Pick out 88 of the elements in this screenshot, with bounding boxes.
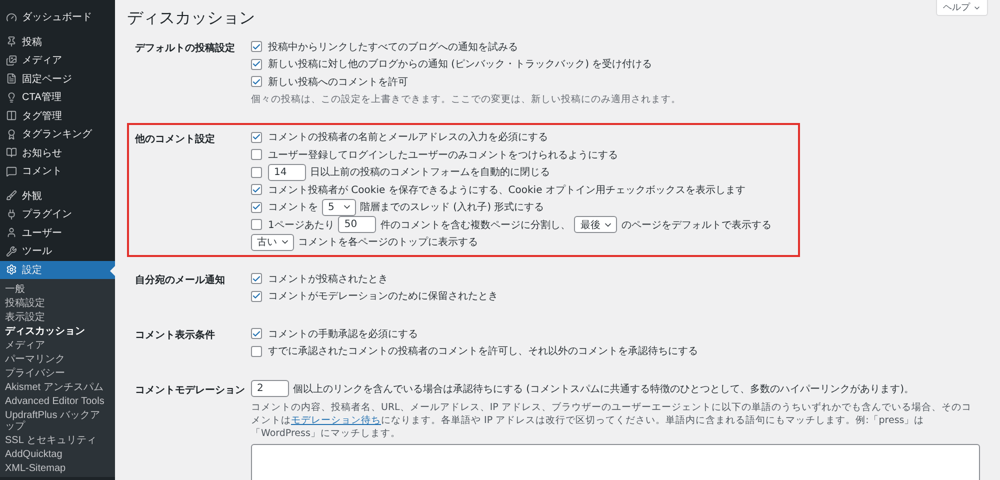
option-label: ユーザー登録してログインしたユーザーのみコメントをつけられるようにする — [268, 148, 618, 162]
option-label: のページをデフォルトで表示する — [621, 218, 772, 232]
checkbox[interactable] — [251, 58, 262, 70]
option-label: コメントを各ページのトップに表示する — [298, 236, 478, 250]
checkbox[interactable] — [251, 149, 262, 160]
checkbox[interactable] — [251, 76, 262, 88]
select-field[interactable]: 古い — [251, 234, 294, 251]
sidebar-item[interactable]: プラグイン — [0, 205, 115, 224]
user-icon — [6, 227, 17, 238]
submenu-item[interactable]: ディスカッション — [0, 324, 115, 338]
submenu-item[interactable]: SSL とセキュリティ — [0, 433, 115, 447]
plug-icon — [6, 208, 17, 220]
checkbox[interactable] — [251, 184, 262, 196]
option-label: 1ページあたり — [268, 218, 334, 232]
option-label: コメント投稿者が Cookie を保存できるようにする、Cookie オプトイン用チェックボックスを表示します — [268, 184, 746, 197]
select-field[interactable]: 5 — [322, 198, 356, 216]
help-button[interactable]: ヘルプ — [936, 0, 988, 16]
number-field[interactable]: 2 — [251, 380, 289, 398]
page-title: ディスカッション — [127, 7, 255, 29]
sidebar-item[interactable]: ダッシュボード — [0, 8, 115, 26]
sidebar-item[interactable]: ツール — [0, 242, 115, 260]
submenu-item[interactable]: UpdraftPlus バックアップ — [0, 408, 115, 433]
sidebar-item[interactable]: コメント — [0, 162, 115, 180]
checkbox[interactable] — [251, 273, 262, 284]
select-field[interactable]: 最後 — [574, 216, 618, 234]
submenu-item[interactable]: AddQuicktag — [0, 447, 115, 461]
section-label: コメント表示条件 — [135, 328, 216, 343]
section-label: コメントモデレーション — [135, 384, 246, 398]
sidebar-item[interactable]: 投稿 — [0, 32, 115, 51]
description: コメントの内容、投稿者名、URL、メールアドレス、IP アドレス、ブラウザーのユーザーエージェントに以下の単語のうちいずれかでも含んでいる場合、そのコメントはモデレーション待ち になります。各単語や IP アドレスは改行で区切ってください。単語内に含まれる語句にもマッチします。例:「press」は「WordPress」にマッチします。 — [251, 400, 972, 440]
option-label: 新しい投稿に対し他のブログからの通知 (ピンバック・トラックバック) を受け付ける — [268, 58, 652, 72]
submenu-item[interactable]: XML-Sitemap — [0, 461, 115, 475]
option-label: 件のコメントを含む複数ページに分割し、 — [380, 218, 570, 232]
description: 個々の投稿は、この設定を上書きできます。ここでの変更は、新しい投稿にのみ適用されます。 — [251, 92, 682, 106]
submenu-item[interactable]: Akismet アンチスパム — [0, 380, 115, 394]
option-label: すでに承認されたコメントの投稿者のコメントを許可し、それ以外のコメントを承認待ちにする — [268, 344, 698, 358]
moderation-link[interactable]: モデレーション待ち — [291, 414, 381, 426]
option-label: 階層までのスレッド (入れ子) 形式にする — [360, 200, 544, 214]
sidebar-item[interactable]: メディア — [0, 51, 115, 70]
submenu-item[interactable]: 一般 — [0, 282, 115, 296]
number-field[interactable]: 14 — [268, 164, 306, 181]
award-icon — [6, 128, 17, 140]
pin-icon — [6, 36, 17, 48]
sidebar-item[interactable]: タグ管理 — [0, 106, 115, 125]
submenu-item[interactable]: 表示設定 — [0, 310, 115, 324]
section-label: デフォルトの投稿設定 — [135, 41, 236, 56]
option-label: コメントが投稿されたとき — [268, 272, 388, 286]
brush-icon — [6, 190, 17, 202]
submenu-item[interactable]: メディア — [0, 338, 115, 352]
checkbox[interactable] — [251, 132, 262, 143]
checkbox[interactable] — [251, 166, 262, 178]
sidebar-item[interactable]: ユーザー — [0, 224, 115, 242]
option-label: 新しい投稿へのコメントを許可 — [268, 76, 408, 89]
checkbox[interactable] — [251, 290, 262, 302]
book-icon — [6, 147, 17, 158]
sidebar-item[interactable]: お知らせ — [0, 144, 115, 162]
sidebar-item[interactable]: 設定 — [0, 260, 115, 279]
gauge-icon — [6, 12, 17, 23]
section-label: 他のコメント設定 — [135, 132, 216, 146]
option-label: コメントがモデレーションのために保留されたとき — [268, 290, 498, 304]
number-field[interactable]: 50 — [338, 216, 376, 234]
option-label: 個以上のリンクを含んでいる場合は承認待ちにする (コメントスパムに共通する特徴のひとつとして、多数のハイパーリンクがあります)。 — [293, 382, 914, 396]
page-icon — [6, 73, 17, 84]
checkbox[interactable] — [251, 219, 262, 230]
comment-icon — [6, 166, 17, 177]
option-label: コメントを — [268, 201, 318, 214]
wrench-icon — [6, 246, 17, 257]
section-label: 自分宛のメール通知 — [135, 274, 226, 288]
submenu-item[interactable]: 投稿設定 — [0, 296, 115, 310]
option-label: 日以上前の投稿のコメントフォームを自動的に閉じる — [310, 166, 550, 180]
sidebar-item[interactable]: 外観 — [0, 186, 115, 205]
option-label: コメントの手動承認を必須にする — [268, 328, 418, 341]
settings-icon — [6, 264, 17, 276]
sidebar-item[interactable]: CTA管理 — [0, 88, 115, 106]
columns-icon — [6, 110, 17, 122]
submenu-item[interactable]: Advanced Editor Tools — [0, 394, 115, 408]
checkbox[interactable] — [251, 328, 262, 340]
checkbox[interactable] — [251, 202, 262, 213]
option-label: 投稿中からリンクしたすべてのブログへの通知を試みる — [268, 40, 518, 54]
images-icon — [6, 54, 17, 66]
lightbulb-icon — [6, 92, 17, 103]
sidebar-item[interactable]: 固定ページ — [0, 70, 115, 88]
submenu-item[interactable]: プライバシー — [0, 366, 115, 380]
submenu-item[interactable]: パーマリンク — [0, 352, 115, 366]
option-label: コメントの投稿者の名前とメールアドレスの入力を必須にする — [268, 130, 548, 144]
sidebar-item[interactable]: タグランキング — [0, 125, 115, 144]
checkbox[interactable] — [251, 346, 262, 357]
checkbox[interactable] — [251, 41, 262, 52]
